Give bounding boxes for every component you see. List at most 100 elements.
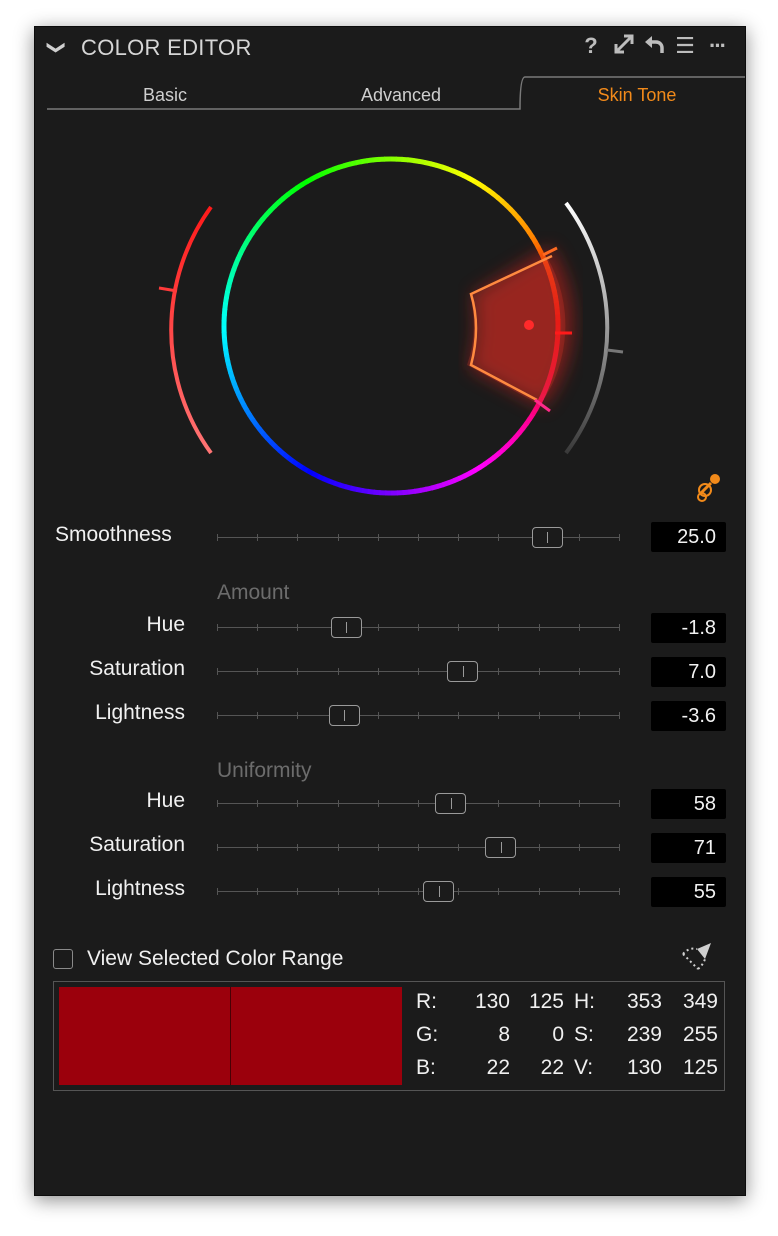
color-value-l1: B: (416, 1056, 436, 1079)
color-value-a: 8 (498, 1023, 510, 1046)
slider-tick (458, 534, 460, 541)
slider-tick (257, 668, 259, 675)
slider-tick (377, 534, 379, 541)
amount-saturation-label: Saturation (89, 657, 185, 680)
color-value-b: 22 (540, 1056, 564, 1079)
slider-tick (257, 800, 259, 807)
slider-tick (619, 534, 620, 541)
selected-color-point[interactable] (524, 320, 534, 330)
slider-thumb[interactable] (531, 527, 563, 548)
slider-tick (619, 712, 620, 719)
slider-tick (418, 800, 419, 807)
slider-thumb[interactable] (328, 705, 360, 726)
skin-tone-picker-icon[interactable] (693, 470, 727, 504)
slider-tick (337, 844, 339, 851)
slider-tick (538, 888, 540, 895)
slider-tick (377, 624, 379, 631)
color-value-l2: V: (574, 1056, 594, 1079)
color-value-c: 353 (626, 990, 662, 1013)
slider-tick (257, 534, 259, 541)
color-range-picker-icon[interactable] (679, 941, 715, 973)
slider-tick (578, 712, 580, 719)
color-value-a: 22 (486, 1056, 510, 1079)
color-value-d: 255 (682, 1023, 718, 1046)
uniformity-lightness-slider[interactable] (217, 881, 620, 902)
slider-tick (297, 844, 299, 851)
selection-fill (467, 257, 566, 405)
slider-tick (337, 800, 339, 807)
slider-tick (418, 668, 419, 675)
slider-tick (297, 800, 299, 807)
lightness-marker[interactable] (606, 348, 624, 354)
slider-tick (498, 888, 500, 895)
view-range-checkbox[interactable] (53, 949, 73, 969)
smoothness-slider[interactable] (217, 527, 620, 548)
color-value-b: 0 (552, 1023, 564, 1046)
uniformity-hue-value[interactable]: 58 (651, 789, 726, 819)
after-swatch (231, 987, 402, 1085)
slider-tick (538, 624, 540, 631)
uniformity-saturation-label: Saturation (89, 833, 185, 856)
slider-tick (498, 624, 500, 631)
slider-thumb[interactable] (435, 793, 467, 814)
slider-tick (377, 888, 379, 895)
slider-thumb[interactable] (423, 881, 455, 902)
uniformity-lightness-label: Lightness (95, 877, 185, 900)
slider-tick (257, 712, 259, 719)
slider-tick (619, 800, 620, 807)
amount-hue-slider[interactable] (217, 617, 620, 638)
uniformity-lightness-value[interactable]: 55 (651, 877, 726, 907)
view-range-label: View Selected Color Range (87, 947, 344, 970)
color-value-a: 130 (474, 990, 510, 1013)
slider-tick (257, 844, 259, 851)
slider-tick (578, 888, 580, 895)
slider-tick (377, 712, 379, 719)
slider-tick (578, 624, 580, 631)
slider-tick (377, 844, 379, 851)
slider-tick (297, 668, 299, 675)
slider-tick (458, 844, 460, 851)
color-value-b: 125 (528, 990, 564, 1013)
before-swatch (59, 987, 230, 1085)
slider-tick (619, 624, 620, 631)
slider-tick (217, 668, 218, 675)
color-value-d: 349 (682, 990, 718, 1013)
slider-tick (418, 624, 419, 631)
uniformity-saturation-slider[interactable] (217, 837, 620, 858)
slider-tick (538, 668, 540, 675)
slider-tick (619, 844, 620, 851)
saturation-arc[interactable] (169, 205, 213, 455)
amount-hue-label: Hue (146, 613, 185, 636)
slider-tick (337, 888, 339, 895)
uniformity-saturation-value[interactable]: 71 (651, 833, 726, 863)
amount-lightness-label: Lightness (95, 701, 185, 724)
color-wheel[interactable] (35, 27, 745, 507)
amount-saturation-value[interactable]: 7.0 (651, 657, 726, 687)
uniformity-hue-slider[interactable] (217, 793, 620, 814)
slider-tick (498, 534, 500, 541)
amount-hue-value[interactable]: -1.8 (651, 613, 726, 643)
slider-tick (217, 888, 218, 895)
slider-tick (538, 800, 540, 807)
slider-thumb[interactable] (447, 661, 479, 682)
slider-tick (578, 668, 580, 675)
slider-thumb[interactable] (485, 837, 517, 858)
slider-tick (578, 534, 580, 541)
amount-saturation-slider[interactable] (217, 661, 620, 682)
amount-lightness-value[interactable]: -3.6 (651, 701, 726, 731)
slider-tick (377, 800, 379, 807)
color-value-d: 125 (682, 1056, 718, 1079)
slider-tick (578, 800, 580, 807)
smoothness-label: Smoothness (55, 523, 172, 546)
uniformity-label: Uniformity (217, 759, 312, 782)
slider-thumb[interactable] (330, 617, 362, 638)
slider-tick (377, 668, 379, 675)
slider-tick (619, 668, 620, 675)
slider-tick (418, 712, 419, 719)
smoothness-value[interactable]: 25.0 (651, 522, 726, 552)
slider-tick (498, 712, 500, 719)
slider-tick (217, 844, 218, 851)
slider-tick (619, 888, 620, 895)
amount-lightness-slider[interactable] (217, 705, 620, 726)
slider-tick (538, 844, 540, 851)
